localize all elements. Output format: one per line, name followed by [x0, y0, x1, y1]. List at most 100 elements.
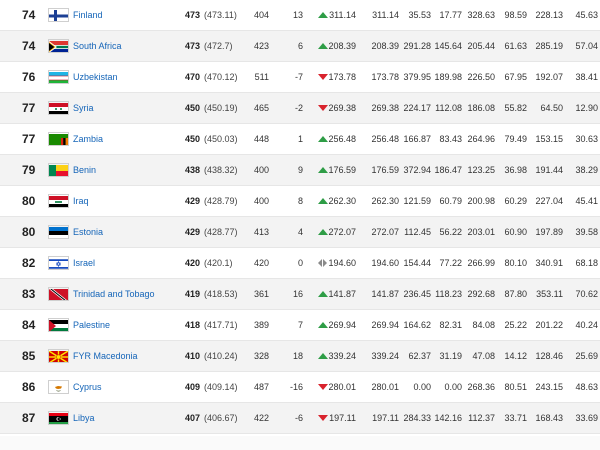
previous-points-value: 400 [253, 165, 269, 175]
total-points-cell: 429 (428.77) [170, 217, 260, 248]
score-value: 25.69 [575, 351, 598, 361]
total-points-cell: 473 (472.7) [170, 31, 260, 62]
total-points: 429 [184, 196, 200, 206]
total-points-cell: 470 (470.12) [170, 62, 260, 93]
score-value: 311.14 [372, 10, 399, 20]
country-link[interactable]: Estonia [73, 217, 103, 248]
country-link[interactable]: Trinidad and Tobago [73, 279, 155, 310]
rank-cell: 83 [22, 287, 36, 301]
score-value: 173.78 [371, 72, 399, 82]
score-value: 186.08 [467, 103, 495, 113]
trend-up-icon [318, 12, 328, 18]
rank-change-value: 18 [292, 351, 303, 361]
estonia-flag [48, 225, 69, 239]
rank-change-value: -7 [294, 72, 303, 82]
country-link[interactable]: Israel [73, 248, 95, 279]
rank-change-value: 13 [292, 10, 303, 20]
total-points: 420 [184, 258, 200, 268]
trend-right-arrow-icon [323, 259, 327, 267]
total-points: 470 [184, 72, 200, 82]
score-value: 197.89 [535, 227, 563, 237]
score-value: 61.63 [504, 41, 527, 51]
table-row: 74 South Africa 473 (472.7) 423 6 208.39 208.39… [0, 31, 600, 62]
score-value: 164.62 [403, 320, 431, 330]
trend-left-arrow-icon [318, 259, 322, 267]
country-link[interactable]: Cyprus [73, 372, 102, 403]
previous-points-value: 361 [253, 289, 269, 299]
score-value: 25.22 [504, 320, 527, 330]
score-value: 256.48 [371, 134, 399, 144]
total-points: 438 [184, 165, 200, 175]
score-value: 192.07 [535, 72, 563, 82]
country-link[interactable]: Benin [73, 155, 96, 186]
score-value: 121.59 [403, 196, 431, 206]
score-value: 56.22 [439, 227, 462, 237]
score-value: 173.78 [328, 72, 356, 82]
country-link[interactable]: Uzbekistan [73, 62, 118, 93]
country-link[interactable]: Palestine [73, 310, 110, 341]
rank-cell: 80 [22, 194, 36, 208]
previous-points-value: 413 [253, 227, 269, 237]
uzbekistan-flag [48, 70, 69, 84]
score-value: 262.30 [328, 196, 356, 206]
trend-up-icon [318, 291, 328, 297]
total-points: 409 [184, 382, 200, 392]
score-value: 328.63 [467, 10, 495, 20]
rank-cell: 79 [22, 163, 36, 177]
trend-same-icon [318, 259, 328, 267]
total-points-exact: (417.71) [204, 320, 238, 330]
score-value: 128.46 [535, 351, 563, 361]
previous-points-value: 465 [253, 103, 269, 113]
table-row: 74 Finland 473 (473.11) 404 13 311.14 311.14 35.… [0, 0, 600, 31]
total-points-cell: 409 (409.14) [170, 372, 260, 403]
country-link[interactable]: FYR Macedonia [73, 341, 138, 372]
score-value: 291.28 [403, 41, 431, 51]
score-value: 272.07 [371, 227, 399, 237]
rank-change-value: 9 [297, 165, 303, 175]
rank-cell: 87 [22, 411, 36, 425]
syria-flag [48, 101, 69, 115]
total-points-exact: (406.67) [204, 413, 238, 423]
country-link[interactable]: Iraq [73, 186, 89, 217]
country-link[interactable]: Syria [73, 93, 94, 124]
rank-cell: 74 [22, 8, 36, 22]
score-value: 262.30 [371, 196, 399, 206]
total-points-cell: 450 (450.19) [170, 93, 260, 124]
country-link[interactable]: South Africa [73, 31, 122, 62]
score-value: 57.04 [575, 41, 598, 51]
rank-cell: 76 [22, 70, 36, 84]
table-row: 86 Cyprus 409 (409.14) 487 -16 280.01 280.01 0.0… [0, 372, 600, 403]
score-value: 227.04 [535, 196, 563, 206]
total-points-exact: (420.1) [204, 258, 233, 268]
rank-change-value: 8 [297, 196, 303, 206]
trend-down-icon [318, 74, 328, 80]
rank-cell: 74 [22, 39, 36, 53]
rank-change-value: -16 [289, 382, 303, 392]
trend-down-icon [318, 105, 328, 111]
score-value: 145.64 [434, 41, 462, 51]
country-link[interactable]: Zambia [73, 124, 103, 155]
score-value: 112.37 [468, 413, 495, 423]
rank-cell: 86 [22, 380, 36, 394]
table-footer-area [0, 436, 600, 450]
table-row: 76 Uzbekistan 470 (470.12) 511 -7 173.78 173.78… [0, 62, 600, 93]
score-value: 236.45 [403, 289, 431, 299]
total-points-cell: 438 (438.32) [170, 155, 260, 186]
score-value: 142.16 [434, 413, 462, 423]
total-points: 450 [184, 134, 200, 144]
score-value: 80.51 [504, 382, 527, 392]
trend-up-icon [318, 136, 328, 142]
score-value: 17.77 [439, 10, 462, 20]
trend-down-icon [318, 415, 328, 421]
country-link[interactable]: Libya [73, 403, 95, 434]
previous-points-value: 422 [253, 413, 269, 423]
country-link[interactable]: Finland [73, 0, 103, 31]
table-row: 79 Benin 438 (438.32) 400 9 176.59 176.59 372.94… [0, 155, 600, 186]
score-value: 200.98 [467, 196, 495, 206]
trend-up-icon [318, 353, 328, 359]
score-value: 98.59 [504, 10, 527, 20]
score-value: 340.91 [535, 258, 563, 268]
score-value: 168.43 [535, 413, 563, 423]
score-value: 87.80 [504, 289, 527, 299]
score-value: 36.98 [504, 165, 527, 175]
